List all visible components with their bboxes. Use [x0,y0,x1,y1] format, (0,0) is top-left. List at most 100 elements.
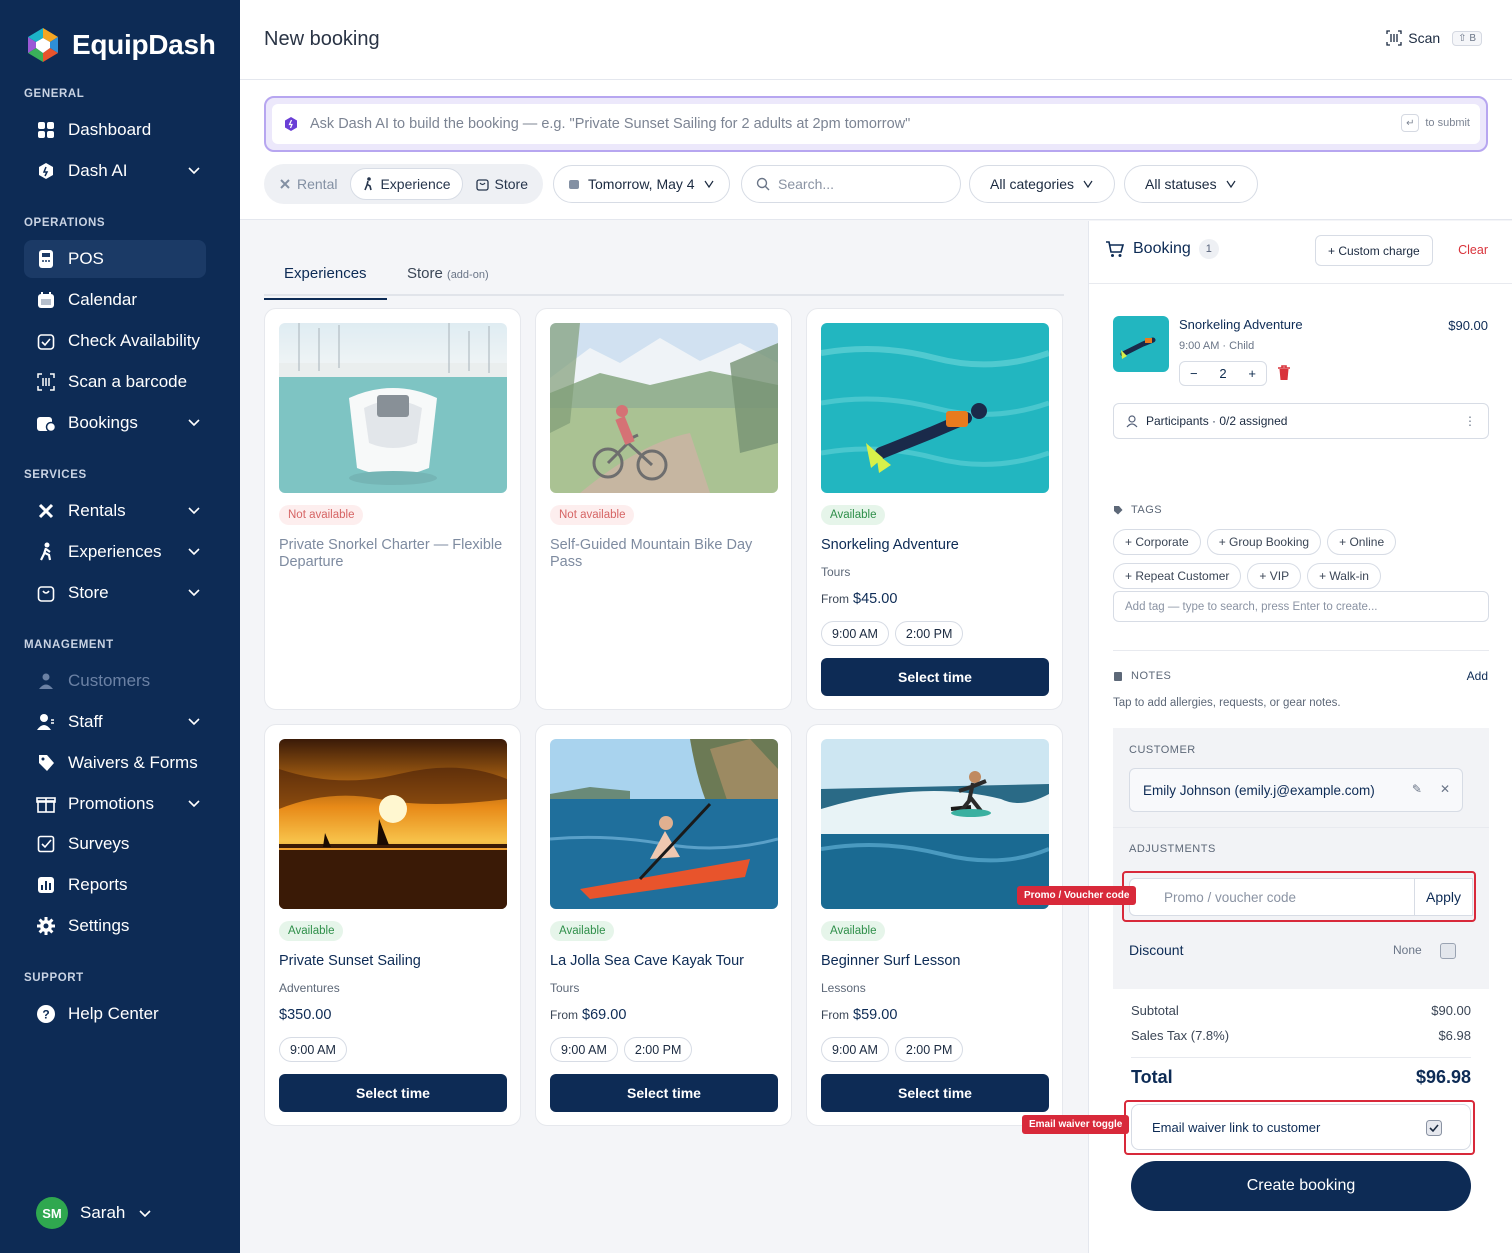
card-price: From $59.00 [821,1007,897,1023]
mode-rental[interactable]: Rental [268,168,348,200]
ai-input[interactable]: Ask Dash AI to build the booking — e.g. … [272,104,1480,144]
mode-label: Rental [297,176,338,192]
nav-customers[interactable]: Customers [24,662,206,700]
tax-row: Sales Tax (7.8%) $6.98 [1131,1028,1471,1043]
create-booking-button[interactable]: Create booking [1131,1161,1471,1211]
section-support: SUPPORT [24,972,84,984]
submit-text: to submit [1425,117,1470,129]
tag-chip[interactable]: + Walk-in [1307,563,1381,589]
card-price: From $69.00 [550,1007,626,1023]
selected-customer[interactable]: Emily Johnson (emily.j@example.com) ✎ ✕ [1129,768,1463,812]
date-picker[interactable]: Tomorrow, May 4 [553,165,730,203]
notes-hint[interactable]: Tap to add allergies, requests, or gear … [1113,697,1341,709]
tag-chip[interactable]: + Group Booking [1206,529,1322,555]
nav-label: Staff [68,712,103,731]
nav-store[interactable]: Store [24,574,206,612]
tag-input[interactable]: Add tag — type to search, press Enter to… [1113,591,1489,622]
decrement-button[interactable]: − [1190,366,1198,381]
select-time-button[interactable]: Select time [821,1074,1049,1112]
card-category: Tours [550,981,580,995]
discount-label: Discount [1129,942,1184,958]
nav-surveys[interactable]: Surveys [24,825,206,863]
nav-experiences[interactable]: Experiences [24,533,206,571]
time-slot[interactable]: 9:00 AM [821,1037,889,1062]
customers-icon [36,671,56,691]
nav-settings[interactable]: Settings [24,907,206,945]
chevron-down-icon [188,507,200,515]
custom-charge-button[interactable]: + Custom charge [1315,235,1433,266]
tag-chip[interactable]: + Online [1327,529,1397,555]
time-slot[interactable]: 9:00 AM [279,1037,347,1062]
select-time-button[interactable]: Select time [821,658,1049,696]
nav-bookings[interactable]: Bookings [24,404,206,442]
nav-rentals[interactable]: Rentals [24,492,206,530]
nav-label: POS [68,249,104,268]
item-thumbnail [1113,316,1169,372]
promo-highlight [1122,871,1476,922]
nav-help-center[interactable]: ? Help Center [24,995,206,1033]
increment-button[interactable]: + [1248,366,1256,381]
select-time-button[interactable]: Select time [550,1074,778,1112]
chevron-down-icon [139,1210,151,1218]
status-filter[interactable]: All statuses [1124,165,1258,203]
tab-label: Store [407,265,443,282]
tag-chip[interactable]: + Corporate [1113,529,1201,555]
nav-dashboard[interactable]: Dashboard [24,111,206,149]
nav-dash-ai[interactable]: Dash AI [24,152,206,190]
nav-staff[interactable]: Staff [24,703,206,741]
nav-check-availability[interactable]: Check Availability [24,322,206,360]
item-meta: 9:00 AM · Child [1179,340,1255,352]
tag-chip[interactable]: + VIP [1247,563,1302,589]
tab-experiences[interactable]: Experiences [264,265,387,300]
kayak-photo [550,739,778,909]
ai-submit-hint: ↵ to submit [1401,114,1470,132]
nav-pos[interactable]: POS [24,240,206,278]
experience-card[interactable]: Not available Private Snorkel Charter — … [264,308,521,710]
time-slot[interactable]: 2:00 PM [894,1037,964,1062]
nav-waivers[interactable]: Waivers & Forms [24,744,206,782]
chevron-down-icon [1226,180,1236,189]
mode-label: Experience [380,176,451,192]
card-category: Lessons [821,981,866,995]
time-slot[interactable]: 2:00 PM [623,1037,693,1062]
nav-label: Customers [68,671,151,690]
experience-card[interactable]: Not available Self-Guided Mountain Bike … [535,308,792,710]
total-row: Total $96.98 [1131,1067,1471,1088]
nav-label: Experiences [68,542,162,561]
tag-chip[interactable]: + Repeat Customer [1113,563,1242,589]
nav-calendar[interactable]: Calendar [24,281,206,319]
select-time-button[interactable]: Select time [279,1074,507,1112]
trash-icon[interactable] [1277,365,1291,381]
experience-card[interactable]: Available La Jolla Sea Cave Kayak Tour T… [535,724,792,1126]
page-title: New booking [264,28,380,50]
experience-card[interactable]: Available Beginner Surf Lesson Lessons F… [806,724,1063,1126]
nav-label: Help Center [68,1004,159,1023]
participants-row[interactable]: Participants · 0/2 assigned ⋮ [1113,403,1489,439]
section-management: MANAGEMENT [24,639,114,651]
edit-icon[interactable]: ✎ [1412,782,1422,796]
scan-button[interactable]: Scan ⇧ B [1386,30,1482,46]
time-slot[interactable]: 2:00 PM [894,621,964,646]
time-slot[interactable]: 9:00 AM [821,621,889,646]
tab-store[interactable]: Store (add-on) [407,265,489,282]
booking-panel: Booking 1 + Custom charge Clear Snorkeli… [1088,221,1512,1253]
add-note-button[interactable]: Add [1467,669,1488,683]
user-menu[interactable]: SM Sarah [36,1197,153,1229]
close-icon[interactable]: ✕ [1440,782,1450,796]
category-filter[interactable]: All categories [969,165,1116,203]
time-slot[interactable]: 9:00 AM [550,1037,618,1062]
more-options-icon[interactable]: ⋮ [1464,414,1476,428]
experience-card[interactable]: Available Private Sunset Sailing Adventu… [264,724,521,1126]
search-input[interactable]: Search... [741,165,961,203]
mode-store[interactable]: Store [465,168,539,200]
nav-scan-barcode[interactable]: Scan a barcode [24,363,206,401]
clear-button[interactable]: Clear [1458,243,1488,257]
experience-card[interactable]: Available Snorkeling Adventure Tours Fro… [806,308,1063,710]
nav-promotions[interactable]: Promotions [24,785,206,823]
mode-experience[interactable]: Experience [350,168,463,200]
logo[interactable]: EquipDash [24,26,216,64]
nav-reports[interactable]: Reports [24,866,206,904]
discount-checkbox[interactable] [1440,943,1456,959]
catalog-area: Experiences Store (add-on) Not available… [240,221,1088,1253]
status-badge: Not available [279,505,364,525]
